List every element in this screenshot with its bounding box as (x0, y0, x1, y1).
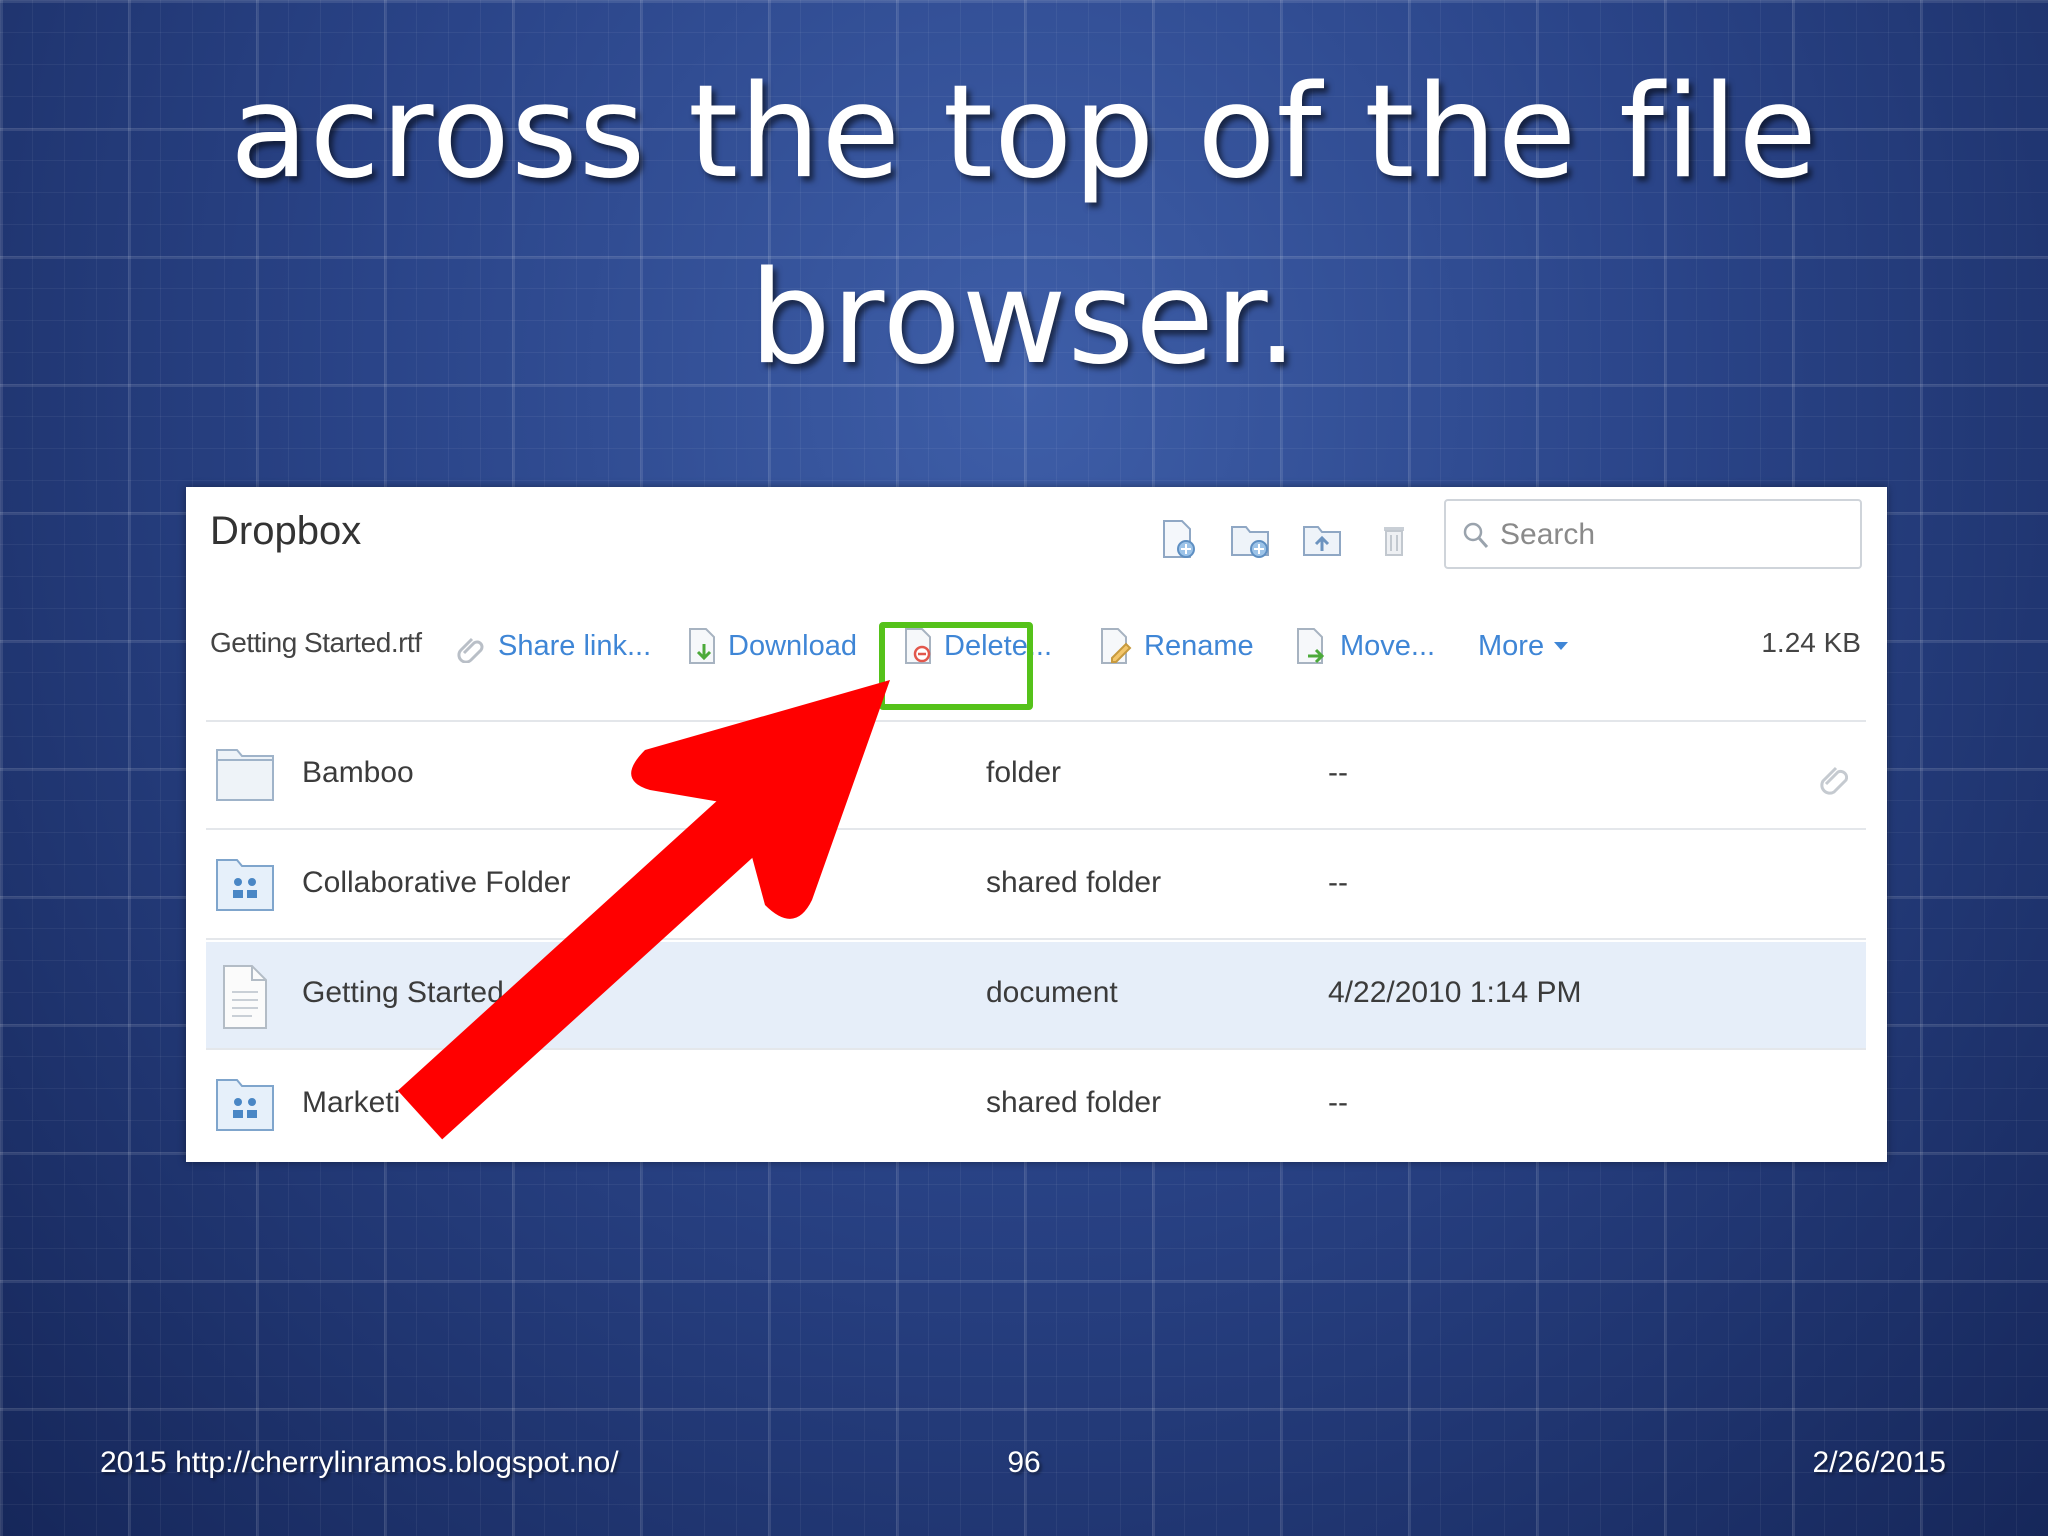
share-link-label: Share link... (498, 629, 652, 662)
file-modified: -- (1328, 756, 1348, 789)
trash-icon[interactable] (1372, 517, 1416, 561)
upload-icon[interactable] (1300, 517, 1344, 561)
file-modified: -- (1328, 1086, 1348, 1119)
footer-source: 2015 http://cherrylinramos.blogspot.no/ (100, 1446, 619, 1479)
file-modified: 4/22/2010 1:14 PM (1328, 976, 1582, 1009)
rename-label: Rename (1144, 629, 1254, 662)
folder-icon (216, 749, 274, 801)
file-row-bamboo[interactable]: Bamboo folder -- (206, 722, 1866, 830)
file-name: Collaborative Folder (302, 866, 571, 899)
search-box[interactable] (1444, 499, 1862, 569)
file-type: folder (986, 756, 1062, 789)
slide-title-line-2: browser. (749, 244, 1299, 393)
download-icon (689, 628, 715, 664)
file-row-collaborative-folder[interactable]: Collaborative Folder shared folder -- (206, 832, 1866, 940)
file-type: document (986, 976, 1118, 1009)
delete-highlight-box (879, 622, 1033, 710)
slide-title: across the top of the file browser. (100, 40, 1948, 412)
app-title: Dropbox (210, 509, 362, 553)
shared-folder-icon (216, 859, 274, 911)
caret-down-icon (1554, 642, 1569, 650)
search-icon (1463, 522, 1489, 548)
file-type: shared folder (986, 1086, 1162, 1119)
file-name: Marketi (302, 1086, 401, 1119)
file-name: Getting Started.r (302, 976, 523, 1009)
footer-date: 2/26/2015 (1812, 1446, 1946, 1479)
move-label: Move... (1340, 629, 1436, 662)
more-label: More (1478, 629, 1545, 662)
file-modified: -- (1328, 866, 1348, 899)
move-button[interactable]: Move... (1294, 621, 1435, 671)
download-button[interactable]: Download (686, 621, 857, 671)
shared-folder-icon (216, 1079, 274, 1131)
page-number: 96 (1007, 1446, 1041, 1479)
file-size: 1.24 KB (1761, 627, 1861, 658)
slide-title-line-1: across the top of the file (230, 58, 1818, 207)
dropbox-screenshot: Dropbox Getting Started.rtf Share link..… (186, 487, 1887, 1162)
document-icon (223, 965, 267, 1029)
new-folder-icon[interactable] (1228, 517, 1272, 561)
download-label: Download (728, 629, 857, 662)
search-input[interactable] (1498, 515, 1842, 555)
more-dropdown[interactable]: More (1478, 621, 1570, 671)
rename-icon (1101, 628, 1132, 664)
link-icon (457, 637, 484, 663)
action-bar: Getting Started.rtf Share link... Downlo… (186, 617, 1887, 677)
rename-button[interactable]: Rename (1098, 621, 1254, 671)
move-icon (1297, 628, 1325, 664)
share-link-button[interactable]: Share link... (456, 621, 651, 671)
new-file-icon[interactable] (1156, 517, 1200, 561)
link-icon[interactable] (1816, 756, 1856, 796)
selected-file-name: Getting Started.rtf (210, 627, 422, 658)
file-row-getting-started[interactable]: Getting Started.r document 4/22/2010 1:1… (206, 942, 1866, 1050)
file-name: Bamboo (302, 756, 414, 789)
file-type: shared folder (986, 866, 1162, 899)
file-row-marketing[interactable]: Marketi shared folder -- (206, 1052, 1866, 1160)
